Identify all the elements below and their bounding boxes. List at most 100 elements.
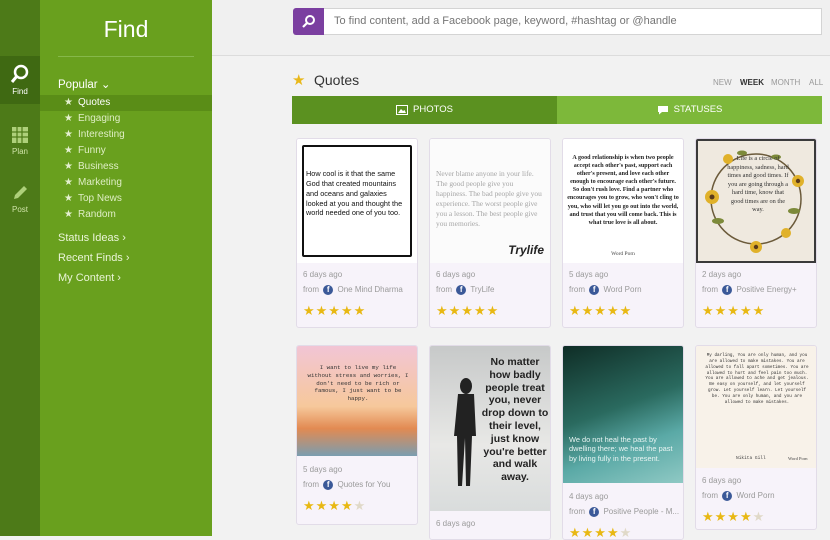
source-name[interactable]: Word Porn — [603, 285, 641, 294]
facebook-icon: f — [456, 285, 467, 295]
quote-card[interactable]: I want to live my life without stress an… — [296, 345, 418, 525]
search-input[interactable] — [324, 8, 822, 35]
quote-image: I want to live my life without stress an… — [297, 346, 417, 456]
rating-stars[interactable]: ★★★★★ — [702, 303, 765, 319]
sidebar-item-business[interactable]: ★ Business — [40, 159, 212, 175]
post-date: 6 days ago — [303, 270, 343, 279]
quote-card[interactable]: We do not heal the past by dwelling ther… — [562, 345, 684, 540]
sidebar-item-my-content[interactable]: My Content › — [58, 272, 121, 284]
post-source: from f One Mind Dharma — [303, 285, 403, 295]
rating-stars[interactable]: ★★★★★ — [303, 498, 366, 514]
tab-photos-label: PHOTOS — [413, 104, 453, 115]
facebook-icon: f — [722, 285, 733, 295]
post-source: from f Word Porn — [569, 285, 642, 295]
quote-card[interactable]: Life is a circle of happiness, sadness, … — [695, 138, 817, 328]
rating-stars[interactable]: ★★★★★ — [702, 509, 765, 525]
search-icon — [302, 15, 315, 28]
sidebar-item-label: Quotes — [78, 97, 111, 108]
content-tabs: PHOTOS STATUSES — [292, 96, 822, 124]
sidebar-item-quotes[interactable]: ★ Quotes — [40, 95, 212, 111]
post-date: 2 days ago — [702, 270, 742, 279]
quote-text: Never blame anyone in your life. The goo… — [436, 169, 542, 228]
source-name[interactable]: One Mind Dharma — [337, 285, 402, 294]
rail-item-plan[interactable]: Plan — [0, 118, 40, 166]
quote-card[interactable]: No matter how badly people treat you, ne… — [429, 345, 551, 540]
quote-attribution: Nikita Gill — [736, 456, 766, 461]
quote-image: A good relationship is when two people a… — [563, 139, 683, 263]
filter-all[interactable]: ALL — [809, 78, 823, 87]
filter-month[interactable]: MONTH — [771, 78, 800, 87]
source-name[interactable]: Word Porn — [736, 491, 774, 500]
post-date: 5 days ago — [569, 270, 609, 279]
sidebar-item-top-news[interactable]: ★ Top News — [40, 191, 212, 207]
from-label: from — [702, 285, 718, 295]
rating-stars[interactable]: ★★★★★ — [436, 303, 499, 319]
quote-text: We do not heal the past by dwelling ther… — [569, 435, 673, 463]
quote-card[interactable]: How cool is it that the same God that cr… — [296, 138, 418, 328]
source-name[interactable]: Quotes for You — [337, 480, 390, 489]
sidebar-item-random[interactable]: ★ Random — [40, 207, 212, 223]
quote-image: Never blame anyone in your life. The goo… — [430, 139, 550, 263]
sidebar-item-status-ideas[interactable]: Status Ideas › — [58, 232, 126, 244]
quote-text: I want to live my life without stress an… — [307, 364, 409, 403]
calendar-grid-icon — [12, 127, 28, 143]
star-icon: ★ — [64, 113, 73, 124]
facebook-icon: f — [589, 507, 600, 517]
source-name[interactable]: TryLife — [470, 285, 494, 294]
rating-stars[interactable]: ★★★★★ — [569, 525, 632, 539]
post-date: 4 days ago — [569, 492, 609, 501]
quote-card[interactable]: A good relationship is when two people a… — [562, 138, 684, 328]
quote-text: A good relationship is when two people a… — [567, 155, 679, 226]
from-label: from — [702, 491, 718, 501]
post-date: 6 days ago — [702, 476, 742, 485]
sidebar-item-funny[interactable]: ★ Funny — [40, 143, 212, 159]
post-source: from f Positive People - M... — [569, 507, 679, 517]
rail-item-post[interactable]: Post — [0, 176, 40, 224]
post-date: 6 days ago — [436, 270, 476, 279]
sidebar-item-label: Marketing — [78, 177, 122, 188]
source-name[interactable]: Positive Energy+ — [736, 285, 796, 294]
sidebar-popular-toggle[interactable]: Popular ⌄ — [58, 77, 110, 91]
rail-item-find[interactable]: Find — [0, 56, 40, 104]
quote-text: My darling, You are only human, and you … — [705, 353, 809, 405]
rail-label-find: Find — [12, 87, 28, 96]
facebook-icon: f — [323, 480, 334, 490]
section-title: Quotes — [314, 72, 360, 88]
rail-label-plan: Plan — [11, 147, 28, 156]
quote-text: How cool is it that the same God that cr… — [306, 169, 403, 218]
sidebar: Find Popular ⌄ ★ Quotes ★ Engaging ★ Intere… — [40, 0, 212, 536]
speech-bubble-icon — [657, 106, 668, 115]
post-source: from f TryLife — [436, 285, 494, 295]
filter-new[interactable]: NEW — [713, 78, 732, 87]
trylife-logo: Trylife — [508, 243, 544, 257]
rail-label-post: Post — [11, 205, 28, 214]
rating-stars[interactable]: ★★★★★ — [303, 303, 366, 319]
quote-text: Life is a circle of happiness, sadness, … — [727, 155, 789, 213]
quote-image: How cool is it that the same God that cr… — [297, 139, 417, 263]
quote-image: We do not heal the past by dwelling ther… — [563, 346, 683, 483]
filter-week[interactable]: WEEK — [740, 78, 764, 87]
sidebar-item-label: Interesting — [78, 129, 125, 140]
source-name[interactable]: Positive People - M... — [603, 507, 679, 516]
rating-stars[interactable]: ★★★★★ — [569, 303, 632, 319]
star-icon: ★ — [292, 72, 306, 89]
sidebar-item-marketing[interactable]: ★ Marketing — [40, 175, 212, 191]
star-icon: ★ — [64, 177, 73, 188]
photo-icon — [396, 105, 409, 115]
quote-image: Life is a circle of happiness, sadness, … — [696, 139, 816, 263]
facebook-icon: f — [323, 285, 334, 295]
sidebar-item-recent-finds[interactable]: Recent Finds › — [58, 252, 130, 264]
star-icon: ★ — [64, 145, 73, 156]
quote-card[interactable]: Never blame anyone in your life. The goo… — [429, 138, 551, 328]
tab-statuses[interactable]: STATUSES — [557, 96, 822, 124]
search-button[interactable] — [293, 8, 324, 35]
pencil-icon — [14, 186, 27, 199]
quote-card[interactable]: My darling, You are only human, and you … — [695, 345, 817, 530]
star-icon: ★ — [64, 209, 73, 220]
quote-image: No matter how badly people treat you, ne… — [430, 346, 550, 511]
sidebar-item-engaging[interactable]: ★ Engaging — [40, 111, 212, 127]
sidebar-item-interesting[interactable]: ★ Interesting — [40, 127, 212, 143]
tab-photos[interactable]: PHOTOS — [292, 96, 557, 124]
from-label: from — [569, 507, 585, 517]
sidebar-item-label: Business — [78, 161, 119, 172]
